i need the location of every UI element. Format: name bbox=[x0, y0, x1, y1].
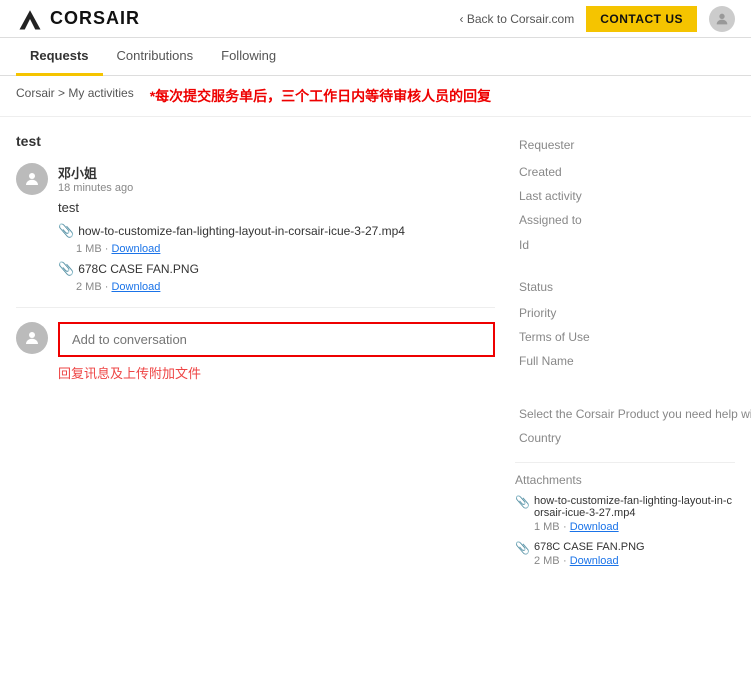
sidebar-attach-name-1: how-to-customize-fan-lighting-layout-in-… bbox=[534, 495, 735, 519]
sidebar-attach-download-2[interactable]: Download bbox=[570, 555, 619, 567]
sidebar-attach-item-1: 📎 how-to-customize-fan-lighting-layout-i… bbox=[515, 495, 735, 533]
comment-item: 邓小姐 18 minutes ago test 📎 how-to-customi… bbox=[16, 163, 495, 293]
assigned-to-label: Assigned to bbox=[515, 208, 751, 233]
terms-label: Terms of Use bbox=[515, 325, 751, 349]
comment-text: test bbox=[58, 200, 495, 215]
divider bbox=[16, 307, 495, 308]
attachment-item-2: 📎 678C CASE FAN.PNG bbox=[58, 261, 495, 277]
created-row: Created Today at 13:51 bbox=[515, 160, 751, 184]
add-conversation-row bbox=[16, 322, 495, 357]
sidebar-attach-icon-1: 📎 bbox=[515, 495, 530, 509]
left-panel: test 邓小姐 18 minutes ago test 📎 how-to-cu… bbox=[16, 133, 495, 575]
fullname-row: Full Name bbox=[515, 349, 751, 402]
reply-avatar bbox=[16, 322, 48, 354]
breadcrumb-bar: Corsair > My activities *每次提交服务单后，三个工作日内… bbox=[0, 76, 751, 117]
user-avatar[interactable] bbox=[709, 6, 735, 32]
nav-tabs: Requests Contributions Following bbox=[0, 38, 751, 76]
breadcrumb: Corsair > My activities bbox=[16, 86, 134, 100]
terms-row: Terms of Use Yes bbox=[515, 325, 751, 349]
comment-body: 邓小姐 18 minutes ago test 📎 how-to-customi… bbox=[58, 163, 495, 293]
corsair-logo-icon bbox=[16, 5, 44, 33]
breadcrumb-current: My activities bbox=[68, 86, 133, 100]
header-right: Back to Corsair.com CONTACT US bbox=[460, 6, 736, 32]
status-label: Status bbox=[515, 275, 751, 301]
created-label: Created bbox=[515, 160, 751, 184]
tab-contributions[interactable]: Contributions bbox=[103, 38, 208, 76]
sidebar-attach-icon-2: 📎 bbox=[515, 541, 530, 555]
id-label: Id bbox=[515, 233, 751, 275]
product-row: Select the Corsair Product you need help… bbox=[515, 402, 751, 426]
ticket-title: test bbox=[16, 133, 495, 149]
sidebar-attach-name-2: 678C CASE FAN.PNG bbox=[534, 541, 645, 553]
annotation-text: 回复讯息及上传附加文件 bbox=[58, 363, 495, 382]
logo-area: CORSAIR bbox=[16, 5, 140, 33]
attachment-meta-2: 2 MB · Download bbox=[76, 281, 495, 293]
main-content: test 邓小姐 18 minutes ago test 📎 how-to-cu… bbox=[0, 117, 751, 591]
attachment-item-1: 📎 how-to-customize-fan-lighting-layout-i… bbox=[58, 223, 495, 239]
attachment-icon-2: 📎 bbox=[58, 261, 74, 277]
logo-text: CORSAIR bbox=[50, 8, 140, 29]
attachment-download-2[interactable]: Download bbox=[111, 281, 160, 293]
comment-author: 邓小姐 bbox=[58, 163, 495, 182]
breadcrumb-separator: > bbox=[58, 86, 68, 100]
last-activity-row: Last activity Today at 13:53 bbox=[515, 184, 751, 208]
contact-us-button[interactable]: CONTACT US bbox=[586, 6, 697, 32]
requester-label: Requester bbox=[515, 133, 751, 160]
priority-row: Priority Normal bbox=[515, 301, 751, 325]
info-table: Requester 邓小姐 Created Today at 13:51 Las… bbox=[515, 133, 751, 450]
comment-avatar bbox=[16, 163, 48, 195]
attachment-meta-1: 1 MB · Download bbox=[76, 243, 495, 255]
country-label: Country bbox=[515, 426, 751, 450]
sidebar-attach-download-1[interactable]: Download bbox=[570, 521, 619, 533]
id-row: Id #2001197699 UPLOAD bbox=[515, 233, 751, 275]
last-activity-label: Last activity bbox=[515, 184, 751, 208]
tab-following[interactable]: Following bbox=[207, 38, 290, 76]
product-label: Select the Corsair Product you need help… bbox=[515, 402, 751, 426]
add-to-conversation-input[interactable] bbox=[58, 322, 495, 357]
attachment-icon-1: 📎 bbox=[58, 223, 74, 239]
sidebar-attachments: Attachments 📎 how-to-customize-fan-light… bbox=[515, 462, 735, 567]
back-to-corsair-link[interactable]: Back to Corsair.com bbox=[460, 12, 575, 26]
assigned-to-row: Assigned to bbox=[515, 208, 751, 233]
tab-requests[interactable]: Requests bbox=[16, 38, 103, 76]
status-row: Status solved bbox=[515, 275, 751, 301]
sidebar-attachments-title: Attachments bbox=[515, 473, 735, 487]
fullname-label: Full Name bbox=[515, 349, 751, 402]
sidebar-attach-meta-1: 1 MB · Download bbox=[534, 519, 735, 533]
notice-text: *每次提交服务单后，三个工作日内等待审核人员的回复 bbox=[150, 86, 491, 106]
priority-label: Priority bbox=[515, 301, 751, 325]
attachment-name-1: how-to-customize-fan-lighting-layout-in-… bbox=[78, 224, 405, 238]
right-panel: Requester 邓小姐 Created Today at 13:51 Las… bbox=[515, 133, 735, 575]
sidebar-attach-meta-2: 2 MB · Download bbox=[534, 553, 645, 567]
attachment-download-1[interactable]: Download bbox=[111, 243, 160, 255]
country-row: Country China (CN) bbox=[515, 426, 751, 450]
requester-row: Requester 邓小姐 bbox=[515, 133, 751, 160]
sidebar-attach-item-2: 📎 678C CASE FAN.PNG 2 MB · Download bbox=[515, 541, 735, 567]
comment-time: 18 minutes ago bbox=[58, 182, 495, 194]
header: CORSAIR Back to Corsair.com CONTACT US bbox=[0, 0, 751, 38]
breadcrumb-root[interactable]: Corsair bbox=[16, 86, 55, 100]
attachment-name-2: 678C CASE FAN.PNG bbox=[78, 262, 199, 276]
